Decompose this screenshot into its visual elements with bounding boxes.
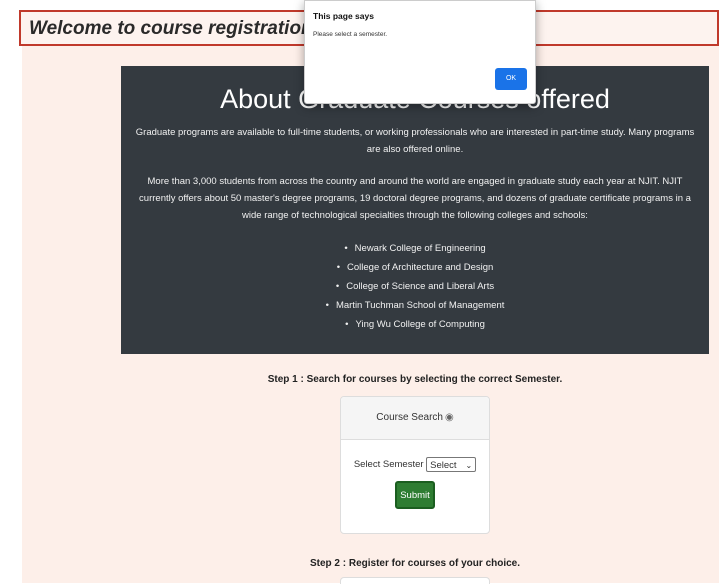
- step-2-label: Step 2 : Register for courses of your ch…: [309, 558, 521, 569]
- dialog-title: This page says: [313, 11, 374, 21]
- about-paragraph-1: Graduate programs are available to full-…: [135, 127, 695, 155]
- submit-button[interactable]: Submit: [395, 481, 435, 509]
- college-item: Newark College of Engineering: [121, 239, 709, 258]
- college-list: Newark College of Engineering College of…: [121, 239, 709, 334]
- chevron-down-icon: ⌄: [465, 461, 473, 470]
- about-section: About Graduate Courses offered Graduate …: [121, 66, 709, 354]
- college-item: College of Architecture and Design: [121, 258, 709, 277]
- course-search-title: Course Search: [376, 412, 443, 423]
- course-search-header: Course Search ◉: [341, 397, 489, 440]
- select-semester-label: Select Semester: [353, 459, 424, 471]
- alert-dialog: This page says Please select a semester.…: [304, 0, 536, 104]
- radio-icon[interactable]: ◉: [445, 412, 454, 423]
- semester-select-value: Select: [430, 460, 457, 471]
- course-search-card: Course Search ◉ Select Semester Select ⌄ …: [340, 396, 490, 534]
- about-paragraph-2: More than 3,000 students from across the…: [139, 176, 691, 221]
- college-item: Martin Tuchman School of Management: [121, 296, 709, 315]
- dialog-message: Please select a semester.: [313, 31, 388, 38]
- semester-row: Select Semester Select ⌄: [341, 457, 489, 472]
- college-item: College of Science and Liberal Arts: [121, 277, 709, 296]
- ok-button[interactable]: OK: [495, 68, 527, 90]
- semester-select[interactable]: Select ⌄: [426, 457, 477, 472]
- college-item: Ying Wu College of Computing: [121, 315, 709, 334]
- step-1-label: Step 1 : Search for courses by selecting…: [267, 374, 563, 385]
